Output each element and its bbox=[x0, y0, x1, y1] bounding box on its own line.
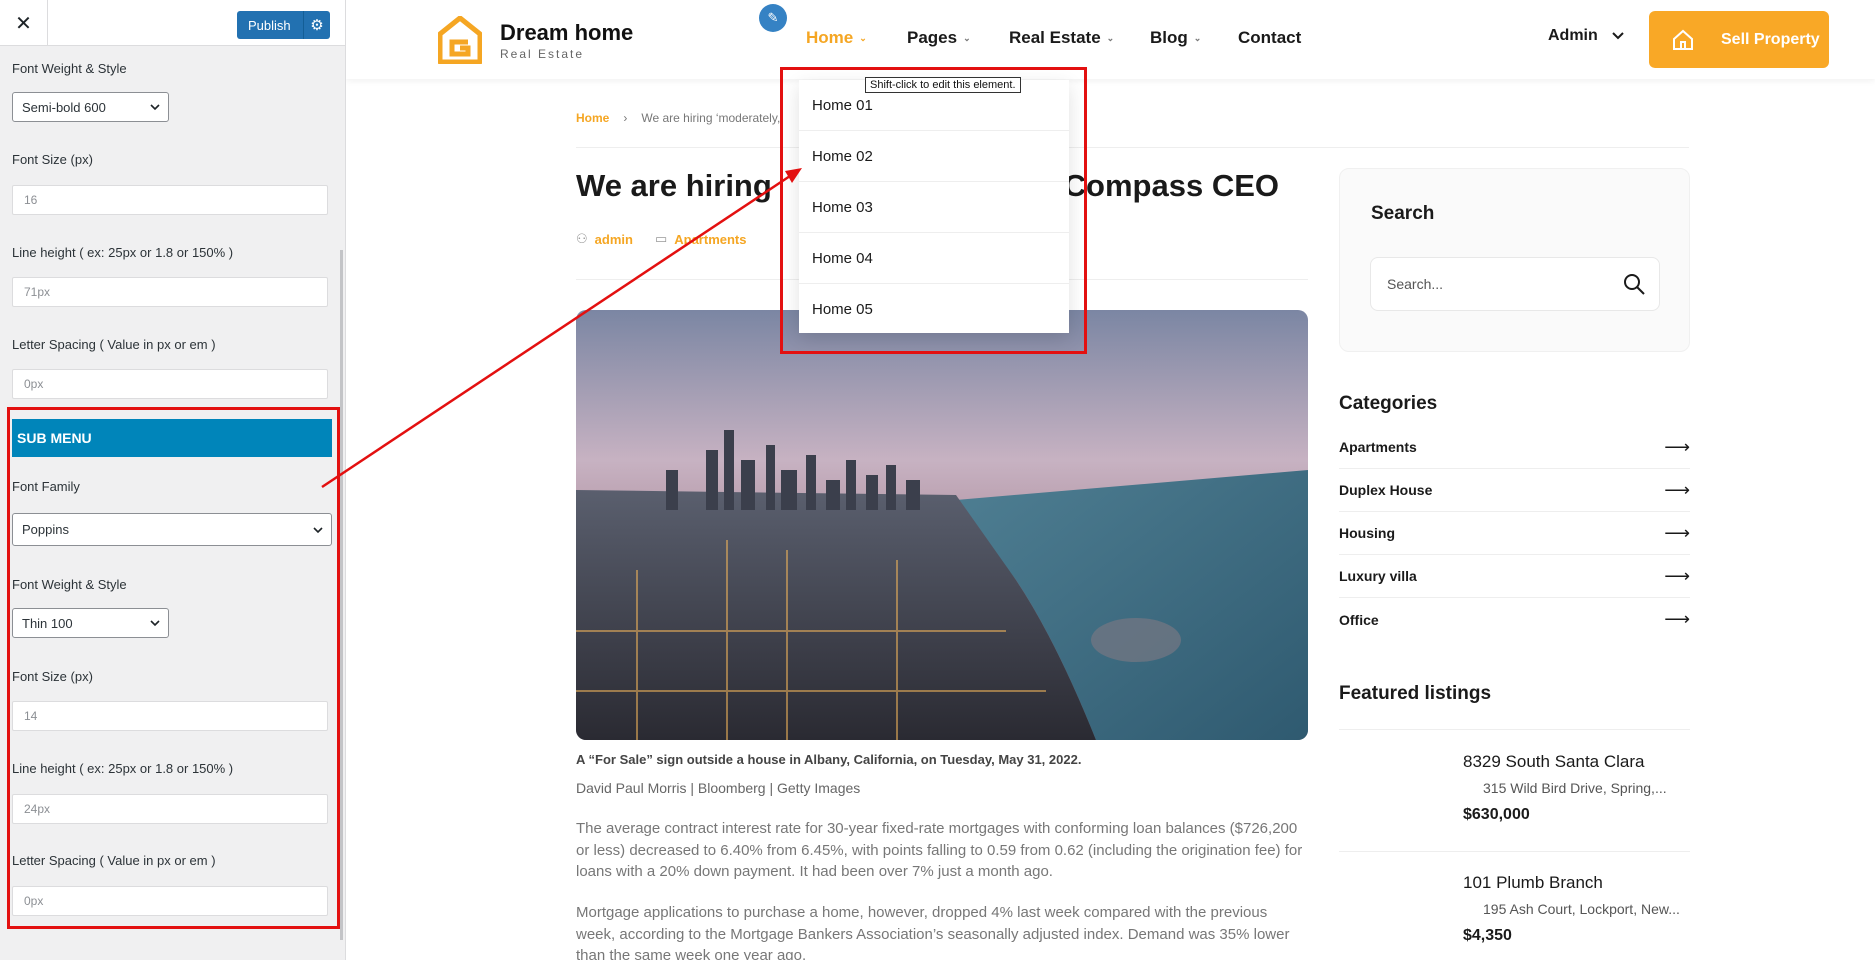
customizer-panel: ✕ Publish ⚙ Font Weight & Style Semi-bol… bbox=[0, 0, 346, 960]
breadcrumb-home[interactable]: Home bbox=[576, 111, 609, 125]
meta-category-label: Apartments bbox=[674, 231, 747, 247]
category-item[interactable]: Housing ⟶ bbox=[1339, 512, 1690, 555]
breadcrumb: Home › We are hiring ‘moderately, bbox=[576, 111, 780, 125]
image-caption: A “For Sale” sign outside a house in Alb… bbox=[576, 752, 1082, 767]
search-widget: Search Search... bbox=[1339, 168, 1690, 352]
nav-contact[interactable]: Contact bbox=[1238, 28, 1301, 48]
divider bbox=[1339, 851, 1690, 852]
meta-category[interactable]: ▭ Apartments bbox=[655, 231, 747, 247]
image-credit: David Paul Morris | Bloomberg | Getty Im… bbox=[576, 780, 861, 796]
admin-menu[interactable]: Admin bbox=[1548, 27, 1624, 45]
breadcrumb-current: We are hiring ‘moderately, bbox=[641, 111, 781, 125]
logo-title[interactable]: Dream home bbox=[500, 20, 633, 46]
nav-blog-label: Blog bbox=[1150, 28, 1188, 47]
arrow-right-icon: ⟶ bbox=[1664, 609, 1690, 629]
chevron-down-icon: ⌄ bbox=[859, 32, 867, 43]
nav-pages[interactable]: Pages ⌄ bbox=[907, 28, 971, 48]
listing-name[interactable]: 101 Plumb Branch bbox=[1463, 873, 1603, 893]
letter-spacing-label: Letter Spacing ( Value in px or em ) bbox=[12, 337, 216, 352]
featured-listings-title: Featured listings bbox=[1339, 683, 1492, 704]
arrow-right-icon: ⟶ bbox=[1664, 565, 1690, 586]
edit-pencil-icon[interactable]: ✎ bbox=[759, 4, 787, 32]
font-size-label: Font Size (px) bbox=[12, 152, 93, 167]
article-paragraph: Mortgage applications to purchase a home… bbox=[576, 904, 1290, 960]
sell-property-label: Sell Property bbox=[1721, 30, 1820, 48]
category-item[interactable]: Duplex House ⟶ bbox=[1339, 469, 1690, 512]
city-aerial-image bbox=[576, 310, 1308, 740]
font-weight-value: Semi-bold 600 bbox=[22, 99, 106, 115]
home-icon bbox=[1661, 29, 1705, 51]
arrow-right-icon: ⟶ bbox=[1664, 479, 1690, 500]
font-weight-select[interactable]: Semi-bold 600 bbox=[12, 92, 169, 122]
nav-home-label: Home bbox=[806, 28, 854, 47]
nav-real-estate-label: Real Estate bbox=[1009, 28, 1101, 47]
nav-home[interactable]: Home ⌄ bbox=[806, 28, 867, 48]
gear-icon[interactable]: ⚙ bbox=[303, 11, 330, 39]
submenu-highlight-box bbox=[780, 67, 1087, 354]
customizer-header: ✕ Publish ⚙ bbox=[0, 0, 345, 46]
arrow-right-icon: ⟶ bbox=[1664, 522, 1690, 543]
breadcrumb-separator: › bbox=[623, 111, 628, 125]
nav-real-estate[interactable]: Real Estate ⌄ bbox=[1009, 28, 1114, 48]
divider bbox=[1339, 729, 1690, 730]
listing-address: 195 Ash Court, Lockport, New... bbox=[1483, 901, 1680, 917]
categories-title: Categories bbox=[1339, 393, 1438, 414]
user-icon: ⚇ bbox=[576, 231, 588, 246]
category-item[interactable]: Luxury villa ⟶ bbox=[1339, 555, 1690, 598]
category-label: Housing bbox=[1339, 525, 1395, 541]
category-label: Luxury villa bbox=[1339, 568, 1417, 584]
sell-property-button[interactable]: Sell Property bbox=[1649, 11, 1829, 68]
publish-button[interactable]: Publish ⚙ bbox=[237, 11, 330, 39]
nav-blog[interactable]: Blog ⌄ bbox=[1150, 28, 1201, 48]
edit-tooltip: Shift-click to edit this element. bbox=[865, 77, 1021, 93]
chevron-down-icon: ⌄ bbox=[1106, 32, 1115, 43]
scrollbar[interactable] bbox=[340, 250, 343, 940]
font-size-input[interactable]: 16 bbox=[12, 185, 328, 215]
chevron-down-icon: ⌄ bbox=[963, 32, 971, 43]
chevron-down-icon: ⌄ bbox=[1193, 32, 1202, 43]
divider bbox=[576, 147, 1689, 148]
listing-name[interactable]: 8329 South Santa Clara bbox=[1463, 752, 1644, 772]
sub-menu-highlight-box bbox=[7, 407, 340, 929]
site-header: Dream home Real Estate ✎ Home ⌄ Pages ⌄ Re… bbox=[346, 0, 1875, 79]
line-height-input[interactable]: 71px bbox=[12, 277, 328, 307]
chevron-down-icon bbox=[1612, 32, 1624, 40]
admin-label: Admin bbox=[1548, 27, 1598, 44]
line-height-label: Line height ( ex: 25px or 1.8 or 150% ) bbox=[12, 245, 234, 260]
nav-contact-label: Contact bbox=[1238, 28, 1302, 47]
site-preview: Dream home Real Estate ✎ Home ⌄ Pages ⌄ Re… bbox=[346, 0, 1875, 960]
letter-spacing-input[interactable]: 0px bbox=[12, 369, 328, 399]
house-logo-icon bbox=[438, 16, 482, 64]
listing-price: $630,000 bbox=[1463, 806, 1530, 823]
chevron-down-icon bbox=[150, 104, 160, 111]
listing-price: $4,350 bbox=[1463, 927, 1512, 944]
listing-address: 315 Wild Bird Drive, Spring,... bbox=[1483, 780, 1667, 796]
arrow-right-icon: ⟶ bbox=[1664, 436, 1690, 457]
search-input[interactable]: Search... bbox=[1370, 257, 1660, 311]
publish-label: Publish bbox=[248, 17, 291, 33]
category-label: Apartments bbox=[1339, 439, 1417, 455]
logo-subtitle: Real Estate bbox=[500, 47, 585, 61]
close-icon[interactable]: ✕ bbox=[0, 0, 48, 46]
search-title: Search bbox=[1371, 203, 1435, 224]
category-item[interactable]: Office ⟶ bbox=[1339, 598, 1690, 641]
post-title-left: We are hiring bbox=[576, 168, 772, 203]
article-paragraph: The average contract interest rate for 3… bbox=[576, 820, 1303, 880]
meta-author[interactable]: ⚇ admin bbox=[576, 231, 633, 247]
nav-pages-label: Pages bbox=[907, 28, 958, 47]
meta-author-label: admin bbox=[594, 231, 633, 247]
category-label: Office bbox=[1339, 611, 1379, 628]
font-weight-label: Font Weight & Style bbox=[12, 61, 127, 76]
category-item[interactable]: Apartments ⟶ bbox=[1339, 426, 1690, 469]
folder-icon: ▭ bbox=[654, 231, 668, 246]
category-label: Duplex House bbox=[1339, 482, 1433, 498]
search-icon[interactable] bbox=[1622, 272, 1646, 296]
